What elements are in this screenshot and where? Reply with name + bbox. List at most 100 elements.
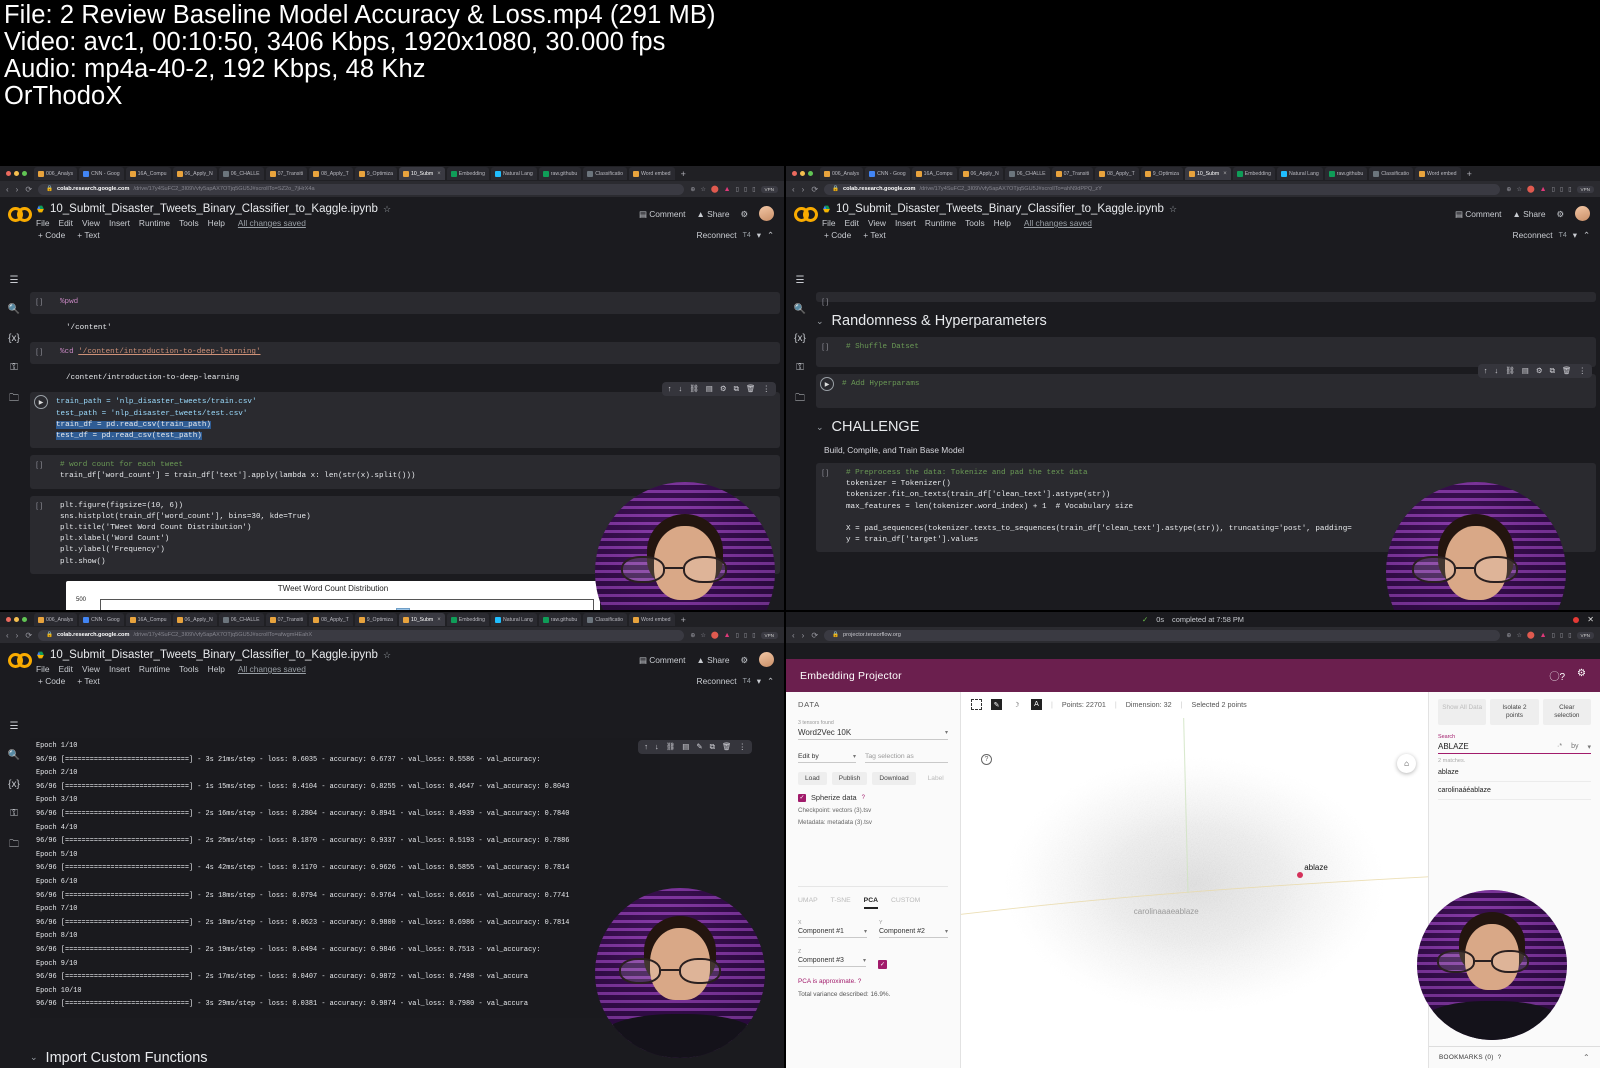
minimize-window-dot[interactable] — [14, 171, 19, 176]
zoom-icon[interactable]: ⊕ — [1506, 632, 1511, 639]
scatter-plot[interactable]: ablaze carolinaaaeablaze ? ⌂ — [961, 718, 1428, 1068]
menu-file[interactable]: File — [36, 664, 50, 674]
maximize-window-dot[interactable] — [808, 171, 813, 176]
menu-edit[interactable]: Edit — [59, 218, 73, 228]
menu-help[interactable]: Help — [208, 664, 225, 674]
browser-tab[interactable]: 006_Analys — [34, 613, 77, 626]
maximize-window-dot[interactable] — [22, 617, 27, 622]
vpn-badge[interactable]: VPN — [1577, 186, 1594, 193]
bookmarks-panel[interactable]: BOOKMARKS (0) ? ⌃ — [1429, 1046, 1600, 1068]
menu-view[interactable]: View — [82, 218, 100, 228]
chevron-down-icon[interactable]: ⌄ — [816, 422, 824, 433]
link-icon[interactable]: ⛓ — [666, 742, 676, 752]
browser-tab[interactable]: 07_Transiti — [266, 613, 307, 626]
share-button[interactable]: ▲ Share — [697, 655, 730, 665]
search-icon[interactable]: 🔍 — [8, 750, 20, 761]
nav-buttons[interactable]: ‹ › ⟳ — [6, 631, 32, 640]
browser-tab[interactable]: raw.githubu — [539, 613, 582, 626]
reconnect-button[interactable]: Reconnect — [697, 230, 737, 240]
address-bar[interactable]: 🔒 projector.tensorflow.org — [824, 630, 1500, 641]
menu-insert[interactable]: Insert — [109, 664, 130, 674]
secrets-icon[interactable]: ⚿ — [10, 362, 18, 373]
mirror-icon[interactable]: ⧉ — [1550, 366, 1555, 376]
minimize-window-dot[interactable] — [14, 617, 19, 622]
close-tab-icon[interactable]: × — [437, 171, 441, 177]
browser-tab[interactable]: Embedding — [447, 167, 489, 180]
menu-tools[interactable]: Tools — [965, 218, 985, 228]
cell-prompt[interactable]: [ ] — [30, 455, 60, 488]
move-down-icon[interactable]: ↓ — [679, 384, 683, 394]
new-tab-button[interactable]: + — [1463, 169, 1476, 179]
browser-tab[interactable]: 08_Apply_T — [309, 167, 353, 180]
tabs-icon[interactable]: ▯ — [1568, 632, 1571, 639]
browser-tab[interactable]: 9_Optimiza — [355, 167, 397, 180]
browser-tab[interactable]: CNN - Goog — [865, 167, 910, 180]
browser-tab[interactable]: 06_CHALLE — [219, 613, 264, 626]
markdown-heading-randomness[interactable]: ⌄ Randomness & Hyperparameters — [816, 309, 1596, 337]
zoom-icon[interactable]: ⊕ — [690, 186, 695, 193]
cell-prompt[interactable]: [ ] — [30, 342, 60, 364]
help-icon[interactable]: ? — [862, 795, 865, 801]
cell-prompt[interactable]: [ ] — [816, 337, 846, 367]
browser-tab[interactable]: Natural Lang — [491, 167, 537, 180]
chevron-down-icon[interactable]: ▾ — [863, 957, 866, 964]
files-icon[interactable]: 🗀 — [795, 391, 805, 408]
avatar[interactable] — [759, 652, 774, 667]
comment-icon[interactable]: ▤ — [682, 742, 689, 752]
collapse-icon[interactable]: ⌃ — [767, 230, 774, 240]
cell-code[interactable]: # Shuffle Datset — [846, 337, 1596, 367]
clear-selection-button[interactable]: Clear selection — [1543, 699, 1591, 725]
collapse-icon[interactable]: ⌃ — [1583, 230, 1590, 240]
more-icon[interactable]: ⋮ — [763, 384, 771, 394]
extension-pink-icon[interactable]: ▲ — [724, 186, 731, 193]
browser-tab[interactable]: 9_Optimiza — [1141, 167, 1183, 180]
mirror-icon[interactable]: ⧉ — [710, 742, 715, 752]
search-icon[interactable]: 🔍 — [8, 304, 20, 315]
zoom-icon[interactable]: ⊕ — [690, 632, 695, 639]
mirror-icon[interactable]: ⧉ — [734, 384, 739, 394]
edit-by-select[interactable]: Edit by ▾ — [798, 751, 856, 763]
extension-pink-icon[interactable]: ▲ — [1540, 186, 1547, 193]
back-icon[interactable]: ‹ — [6, 185, 9, 194]
cell-code[interactable]: # Add Hyperparams — [834, 374, 1596, 408]
cell-toolbar[interactable]: ↑ ↓ ⛓ ▤ ⚙ ⧉ 🗑 ⋮ — [1478, 364, 1592, 378]
comment-icon[interactable]: ▤ — [1522, 366, 1529, 376]
cell-prompt[interactable]: [ ] — [30, 292, 60, 314]
settings-icon[interactable]: ⚙ — [720, 384, 727, 394]
menu-runtime[interactable]: Runtime — [925, 218, 956, 228]
help-icon[interactable]: ? — [981, 754, 992, 765]
extension-shield-icon[interactable]: ⬤ — [711, 185, 719, 193]
cell-prompt[interactable]: [ ] — [30, 496, 60, 574]
browser-tab[interactable]: 16A_Compu — [126, 167, 171, 180]
forward-icon[interactable]: › — [802, 631, 805, 640]
extension-shield-icon[interactable]: ⬤ — [1527, 185, 1535, 193]
chevron-down-icon[interactable]: ▾ — [853, 753, 856, 760]
menu-help[interactable]: Help — [208, 218, 225, 228]
menu-runtime[interactable]: Runtime — [139, 664, 170, 674]
browser-tab[interactable]: raw.githubu — [1325, 167, 1368, 180]
vpn-badge[interactable]: VPN — [761, 632, 778, 639]
menu-file[interactable]: File — [822, 218, 836, 228]
profile-icon[interactable]: ▯ — [744, 186, 747, 193]
variables-icon[interactable]: {x} — [794, 333, 806, 344]
match-list-item[interactable]: carolinaáéablaze — [1438, 782, 1591, 800]
menu-insert[interactable]: Insert — [109, 218, 130, 228]
browser-tab[interactable]: 06_Apply_N — [959, 167, 1003, 180]
match-list-item[interactable]: ablaze — [1438, 764, 1591, 782]
comment-button[interactable]: ▤ Comment — [639, 209, 686, 219]
browser-tab[interactable]: Word embed — [1415, 167, 1461, 180]
toc-icon[interactable]: ☰ — [10, 721, 19, 732]
browser-tab[interactable]: 16A_Compu — [912, 167, 957, 180]
delete-icon[interactable]: 🗑 — [722, 742, 732, 752]
load-button[interactable]: Load — [798, 772, 827, 785]
search-by-group[interactable]: ·* by ▾ — [1557, 743, 1591, 751]
tensor-select[interactable]: Word2Vec 10K ▾ — [798, 726, 948, 740]
chevron-down-icon[interactable]: ▾ — [864, 928, 867, 935]
reconnect-button[interactable]: Reconnect — [1513, 230, 1553, 240]
cell-code[interactable]: %pwd — [60, 292, 780, 314]
close-window-dot[interactable] — [792, 171, 797, 176]
window-controls[interactable] — [4, 171, 32, 176]
help-icon[interactable]: ? — [858, 978, 862, 985]
variables-icon[interactable]: {x} — [8, 333, 20, 344]
move-up-icon[interactable]: ↑ — [668, 384, 672, 394]
